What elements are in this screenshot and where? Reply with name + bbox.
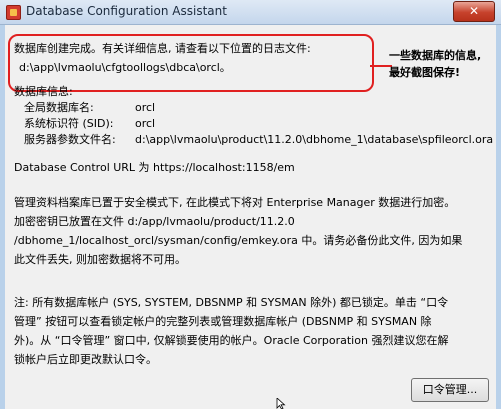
spfile-label: 服务器参数文件名: [24, 133, 116, 146]
repository-note-line: 加密密钥已放置在文件 d:/app/lvmaolu/product/11.2.0 [14, 215, 295, 228]
screenshot-annotation: 一些数据库的信息, 最好截图保存! [389, 47, 501, 81]
oracle-app-icon [6, 5, 21, 20]
spfile-value: d:\app\lvmaolu\product\11.2.0\dbhome_1\d… [135, 133, 494, 146]
annotation-line: 一些数据库的信息, [389, 49, 482, 62]
password-management-button[interactable]: 口令管理... [411, 378, 489, 402]
completion-message-line1: 数据库创建完成。有关详细信息, 请查看以下位置的日志文件: [14, 42, 311, 55]
global-db-name-label: 全局数据库名: [24, 101, 94, 114]
sid-label: 系统标识符 (SID): [24, 117, 114, 130]
accounts-note-line: 管理” 按钮可以查看锁定帐户的完整列表或管理数据库帐户 (DBSNMP 和 SY… [14, 315, 432, 328]
repository-note-line: 管理资料档案库已置于安全模式下, 在此模式下将对 Enterprise Mana… [14, 196, 456, 209]
repository-note-line: /dbhome_1/localhost_orcl/sysman/config/e… [14, 234, 463, 247]
window-title: Database Configuration Assistant [26, 4, 227, 18]
annotation-line: 最好截图保存! [389, 66, 461, 79]
mouse-cursor-icon [276, 398, 286, 409]
db-info-heading: 数据库信息: [14, 85, 73, 98]
dbcontrol-url: Database Control URL 为 https://localhost… [14, 161, 295, 174]
accounts-note-line: 注: 所有数据库帐户 (SYS, SYSTEM, DBSNMP 和 SYSMAN… [14, 296, 449, 309]
completion-log-path: d:\app\lvmaolu\cfgtoollogs\dbca\orcl。 [19, 61, 231, 74]
sid-value: orcl [135, 117, 156, 130]
accounts-note-line: 锁帐户后立即更改默认口令。 [14, 353, 157, 366]
accounts-note-line: 外)。从 “口令管理” 窗口中, 仅解锁要使用的帐户。Oracle Corpor… [14, 334, 449, 347]
repository-note-line: 此文件丢失, 则加密数据将不可用。 [14, 253, 186, 266]
repository-note: 管理资料档案库已置于安全模式下, 在此模式下将对 Enterprise Mana… [14, 193, 492, 269]
accounts-note: 注: 所有数据库帐户 (SYS, SYSTEM, DBSNMP 和 SYSMAN… [14, 293, 492, 369]
title-bar[interactable]: Database Configuration Assistant ✕ [0, 0, 501, 25]
close-button[interactable]: ✕ [453, 1, 495, 22]
dialog-content: 数据库创建完成。有关详细信息, 请查看以下位置的日志文件: d:\app\lvm… [5, 25, 496, 409]
global-db-name-value: orcl [135, 101, 156, 114]
